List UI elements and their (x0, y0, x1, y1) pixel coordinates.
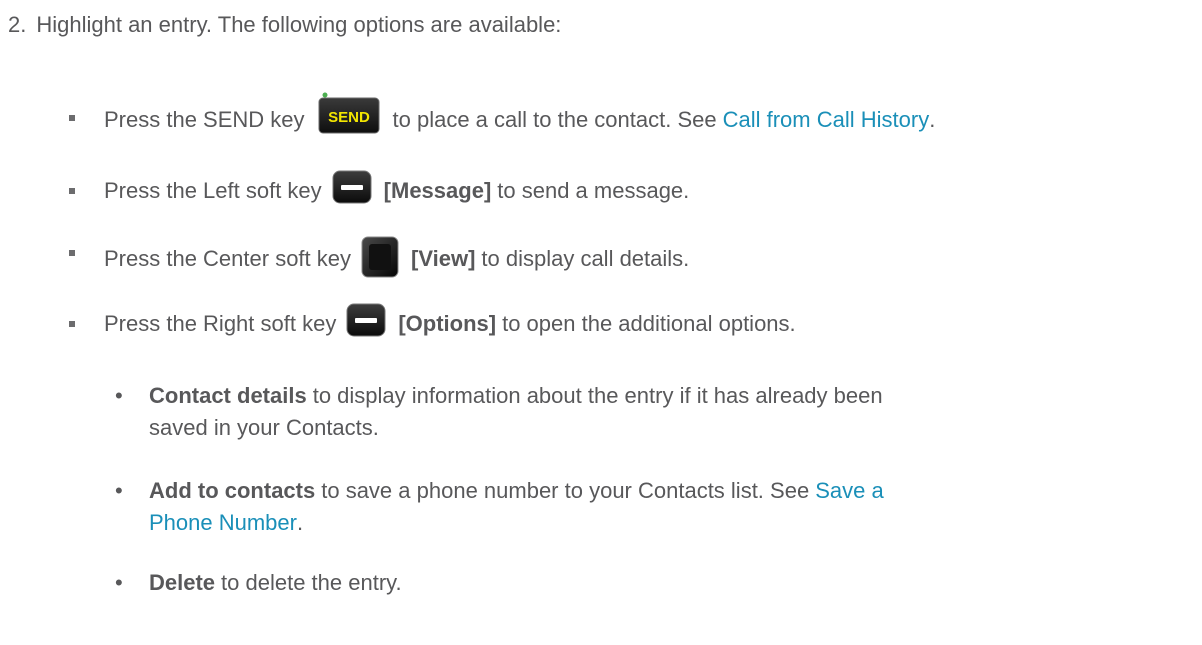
link-call-from-call-history[interactable]: Call from Call History (723, 107, 930, 133)
sub-bullet-1: • (115, 383, 123, 408)
bullet-square-1 (69, 115, 75, 121)
link-save-a-phone-number-part-2[interactable]: Phone Number (149, 510, 297, 536)
message-label: [Message] (383, 178, 492, 203)
add-to-contacts-label: Add to contacts (149, 478, 316, 503)
step-2-line: 2. Highlight an entry. The following opt… (8, 12, 561, 38)
sub-option-delete: Delete to delete the entry. (149, 570, 402, 596)
sub-option-add-to-contacts: Add to contacts to save a phone number t… (149, 478, 884, 504)
sub-bullet-3: • (115, 570, 123, 595)
bullet-1-before: Press the SEND key (104, 107, 305, 132)
bullet-right-soft-key: Press the Right soft key [Options] to op… (104, 303, 796, 337)
bullet-square-3 (69, 250, 75, 256)
send-key-icon: SEND (318, 92, 380, 134)
bullet-left-soft-key: Press the Left soft key [Message] to sen… (104, 170, 690, 204)
bullet-4-after: to open the additional options. (502, 311, 796, 336)
view-label: [View] (411, 246, 476, 271)
contact-details-text-1: to display information about the entry i… (312, 383, 883, 408)
contact-details-label: Contact details (149, 383, 307, 408)
delete-label: Delete (149, 570, 216, 595)
bullet-square-4 (69, 321, 75, 327)
bullet-3-after: to display call details. (481, 246, 690, 271)
right-soft-key-icon (346, 303, 386, 337)
bullet-1-end: . (929, 107, 936, 132)
delete-text: to delete the entry. (221, 570, 402, 595)
send-key-label: SEND (328, 109, 370, 126)
bullet-2-before: Press the Left soft key (104, 178, 322, 203)
center-soft-key-icon (361, 236, 399, 278)
contact-details-text-2: saved in your Contacts. (149, 415, 379, 440)
add-to-contacts-text: to save a phone number to your Contacts … (321, 478, 810, 503)
add-to-contacts-end: . (296, 510, 304, 535)
step-text: Highlight an entry. The following option… (36, 12, 562, 37)
step-number: 2. (8, 12, 27, 37)
bullet-center-soft-key: Press the Center soft key [View] to disp… (104, 236, 690, 278)
sub-bullet-2: • (115, 478, 123, 503)
sub-option-add-to-contacts-cont: Phone Number . (149, 510, 303, 536)
sub-option-contact-details-cont: saved in your Contacts. (149, 415, 379, 441)
link-save-a-phone-number-part-1[interactable]: Save a (815, 478, 884, 504)
sub-option-contact-details: Contact details to display information a… (149, 383, 883, 409)
bullet-2-after: to send a message. (497, 178, 690, 203)
options-label: [Options] (398, 311, 497, 336)
left-soft-key-icon (332, 170, 372, 204)
bullet-4-before: Press the Right soft key (104, 311, 337, 336)
bullet-square-2 (69, 188, 75, 194)
bullet-1-after: to place a call to the contact. See (392, 107, 717, 132)
bullet-3-before: Press the Center soft key (104, 246, 351, 271)
bullet-send-key: Press the SEND key SEND to place a call … (104, 92, 936, 135)
